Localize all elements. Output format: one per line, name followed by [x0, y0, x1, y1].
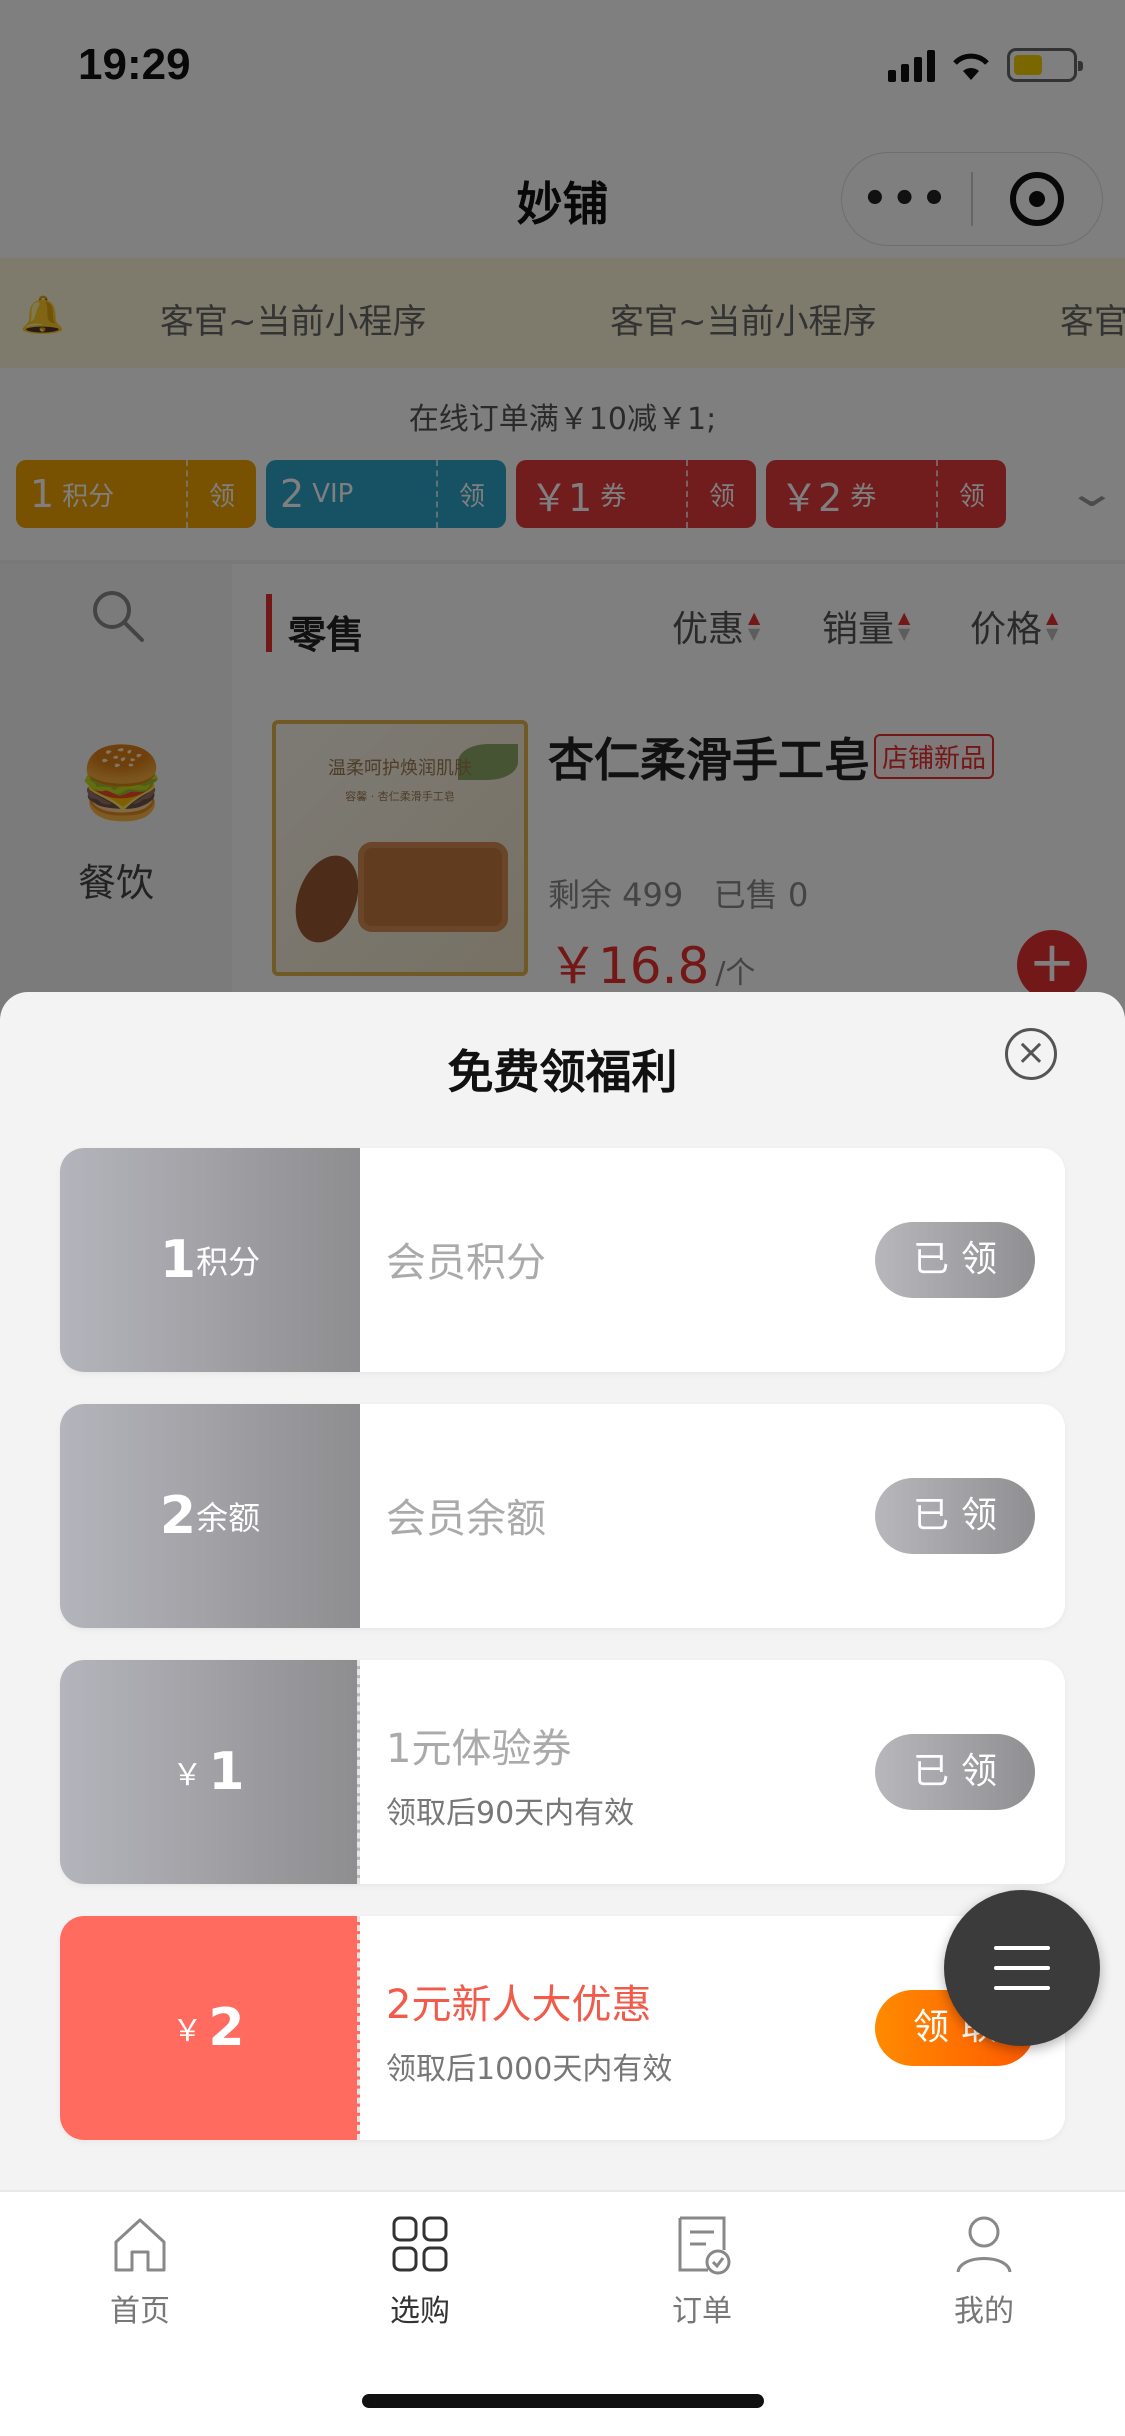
card-stub: ￥ 1 — [60, 1660, 360, 1884]
card-title: 1元体验券 — [386, 1726, 572, 1772]
card-title: 2元新人大优惠 — [386, 1982, 652, 2028]
welfare-card: ￥ 1 1元体验券 领取后90天内有效 已领 — [60, 1660, 1065, 1884]
card-stub: 2 余额 — [60, 1404, 360, 1628]
card-validity: 领取后90天内有效 — [386, 1796, 635, 1831]
card-title: 会员积分 — [386, 1240, 546, 1286]
home-icon — [114, 2218, 166, 2272]
home-indicator — [362, 2394, 764, 2408]
card-title: 会员余额 — [386, 1496, 546, 1542]
tab-orders[interactable]: 订单 — [622, 2212, 782, 2330]
claimed-button[interactable]: 已领 — [875, 1734, 1035, 1810]
close-icon[interactable]: × — [1005, 1028, 1057, 1080]
order-icon — [678, 2216, 731, 2275]
claimed-button[interactable]: 已领 — [875, 1478, 1035, 1554]
sheet-title: 免费领福利 — [447, 1045, 678, 1099]
welfare-card: 1 积分 会员积分 已领 — [60, 1148, 1065, 1372]
tab-profile[interactable]: 我的 — [904, 2212, 1064, 2330]
user-icon — [956, 2216, 1012, 2273]
card-validity: 领取后1000天内有效 — [386, 2052, 673, 2087]
card-stub: ￥ 2 — [60, 1916, 360, 2140]
floating-menu-button[interactable] — [944, 1890, 1100, 2046]
welfare-card: 2 余额 会员余额 已领 — [60, 1404, 1065, 1628]
welfare-card: ￥ 2 2元新人大优惠 领取后1000天内有效 领取 — [60, 1916, 1065, 2140]
grid-icon — [392, 2216, 448, 2272]
tab-shop[interactable]: 选购 — [340, 2212, 500, 2330]
card-stub: 1 积分 — [60, 1148, 360, 1372]
claimed-button[interactable]: 已领 — [875, 1222, 1035, 1298]
tab-home[interactable]: 首页 — [60, 2212, 220, 2330]
